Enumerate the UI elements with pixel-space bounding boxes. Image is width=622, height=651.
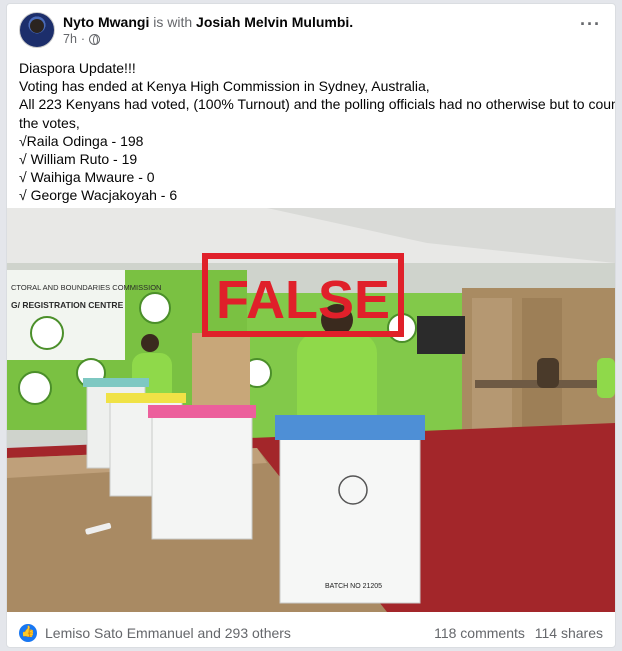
post-header: Nyto Mwangi is with Josiah Melvin Mulumb… <box>7 4 615 54</box>
author-name[interactable]: Nyto Mwangi <box>63 14 149 30</box>
post-line: √Raila Odinga - 198 <box>19 132 144 149</box>
with-text: is with <box>153 14 193 30</box>
post-line: √ George Wacjakoyah - 6 <box>19 187 178 204</box>
post-card: Nyto Mwangi is with Josiah Melvin Mulumb… <box>6 3 616 648</box>
author-line: Nyto Mwangi is with Josiah Melvin Mulumb… <box>63 14 353 31</box>
like-icon <box>19 624 37 642</box>
polling-station-scene: CTORAL AND BOUNDARIES COMMISSION G/ REGI… <box>7 208 615 612</box>
timestamp[interactable]: 7h <box>63 32 77 46</box>
post-line: Voting has ended at Kenya High Commissio… <box>19 78 430 95</box>
post-line: the votes, <box>19 114 80 131</box>
reactions-summary[interactable]: Lemiso Sato Emmanuel and 293 others <box>45 625 291 641</box>
more-options-icon[interactable]: ··· <box>580 14 601 35</box>
shares-count[interactable]: 114 shares <box>535 625 603 641</box>
post-meta: 7h · <box>63 32 101 46</box>
banner-line1: CTORAL AND BOUNDARIES COMMISSION <box>11 283 161 292</box>
post-line: √ Waihiga Mwaure - 0 <box>19 169 155 186</box>
box-batch-label: BATCH NO 21205 <box>325 583 382 590</box>
post-photo[interactable]: CTORAL AND BOUNDARIES COMMISSION G/ REGI… <box>7 208 615 612</box>
tagged-name[interactable]: Josiah Melvin Mulumbi. <box>196 14 353 30</box>
engagement-counts: 118 comments 114 shares <box>428 625 603 641</box>
comments-count[interactable]: 118 comments <box>434 625 525 641</box>
globe-icon <box>89 33 101 45</box>
post-line: All 223 Kenyans had voted, (100% Turnout… <box>19 96 616 113</box>
post-line: Diaspora Update!!! <box>19 60 136 76</box>
false-stamp: FALSE <box>216 270 390 330</box>
post-footer: Lemiso Sato Emmanuel and 293 others 118 … <box>7 618 615 647</box>
post-text: Diaspora Update!!! Voting has ended at K… <box>19 59 616 205</box>
post-line: √ William Ruto - 19 <box>19 151 138 168</box>
avatar[interactable] <box>19 12 55 48</box>
banner-line2: G/ REGISTRATION CENTRE <box>11 300 124 310</box>
